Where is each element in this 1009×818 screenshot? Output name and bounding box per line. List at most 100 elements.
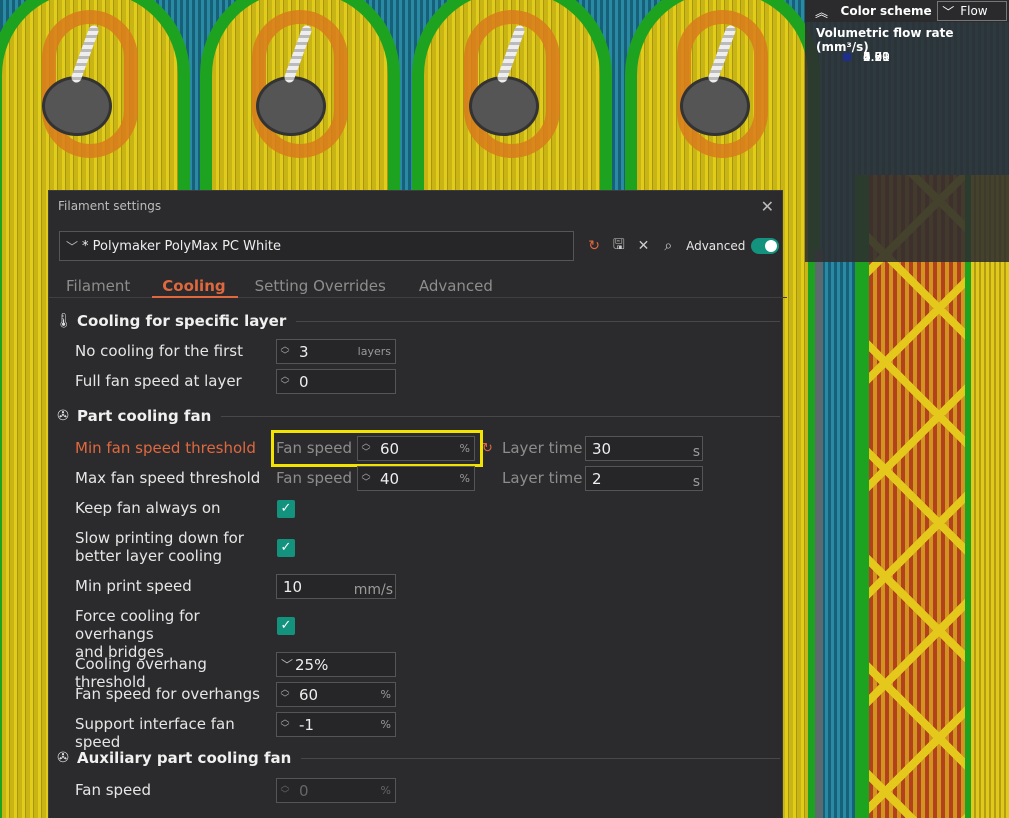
delete-icon[interactable]: ✕	[632, 238, 656, 254]
legend-header: ︽ Color scheme ﹀ Flow	[805, 0, 1009, 22]
reset-icon[interactable]: ↻	[482, 441, 493, 456]
slow-printing-down-checkbox[interactable]: ✓	[277, 539, 295, 557]
percent-unit: %	[459, 472, 470, 485]
full-fan-speed-layer-value: 0	[299, 372, 309, 391]
full-fan-speed-layer-label: Full fan speed at layer	[75, 372, 242, 390]
row-keep-fan-always-on: Keep fan always on	[75, 499, 775, 517]
dialog-title: Filament settings	[58, 199, 162, 213]
keep-fan-always-on-label: Keep fan always on	[75, 499, 221, 517]
dialog-titlebar: Filament settings ✕	[49, 191, 782, 221]
seconds-unit: s	[692, 444, 700, 460]
support-interface-fan-value: -1	[299, 715, 314, 734]
row-min-print-speed: Min print speed	[75, 577, 775, 595]
section-title: Part cooling fan	[77, 407, 212, 425]
cooling-overhang-threshold-select[interactable]: ﹀ 25%	[276, 652, 396, 677]
max-layer-time-label: Layer time	[502, 469, 583, 487]
legend-title: Color scheme	[840, 4, 932, 18]
stepper-arrows-icon: ︿ ﹀	[280, 780, 290, 800]
model-rail	[815, 250, 823, 818]
label-line: Force cooling for overhangs	[75, 607, 200, 643]
tab-cooling[interactable]: Cooling	[152, 271, 238, 298]
tab-advanced[interactable]: Advanced	[402, 271, 509, 298]
max-fan-speed-value: 40	[380, 469, 400, 488]
no-cooling-first-input[interactable]: ︿ ﹀ 3 layers	[276, 339, 396, 364]
chevron-down-icon: ﹀	[281, 658, 294, 672]
percent-unit: %	[380, 718, 391, 731]
model-hole	[469, 76, 539, 136]
max-fan-speed-input[interactable]: ︿ ﹀ 40 %	[357, 466, 475, 491]
reset-icon[interactable]: ↻	[582, 238, 606, 254]
row-fan-speed-overhangs: Fan speed for overhangs	[75, 685, 775, 703]
section-divider	[296, 320, 780, 322]
thermometer-icon: 🌡	[55, 313, 73, 329]
search-icon[interactable]: ⌕	[656, 238, 680, 254]
row-slow-printing-down: Slow printing down for better layer cool…	[75, 529, 775, 565]
tab-filament[interactable]: Filament	[49, 271, 146, 298]
fan-speed-overhangs-value: 60	[299, 685, 319, 704]
min-layer-time-input[interactable]: 30 s	[585, 436, 703, 461]
max-fan-speed-threshold-label: Max fan speed threshold	[75, 469, 261, 487]
advanced-toggle[interactable]	[751, 238, 779, 254]
preset-name: * Polymaker PolyMax PC White	[82, 238, 281, 254]
chevron-double-up-icon[interactable]: ︽	[815, 2, 829, 21]
section-divider	[221, 415, 780, 417]
color-scheme-legend: ︽ Color scheme ﹀ Flow Volumetric flow ra…	[805, 0, 1009, 262]
color-scheme-value: Flow	[960, 4, 988, 18]
fan-speed-overhangs-input[interactable]: ︿ ﹀ 60 %	[276, 682, 396, 707]
force-cooling-label: Force cooling for overhangs and bridges	[75, 607, 277, 661]
color-scheme-select[interactable]: ﹀ Flow	[937, 1, 1007, 21]
preset-select[interactable]: ﹀ * Polymaker PolyMax PC White	[59, 231, 575, 261]
tab-setting-overrides[interactable]: Setting Overrides	[238, 271, 402, 298]
model-hole	[256, 76, 326, 136]
section-title: Auxiliary part cooling fan	[77, 749, 292, 767]
percent-unit: %	[380, 784, 391, 797]
min-print-speed-input[interactable]: 10 mm/s	[276, 574, 396, 599]
fan-icon: ✇	[57, 750, 69, 766]
aux-fan-speed-value: 0	[299, 781, 309, 800]
section-cooling-specific-layer: 🌡 Cooling for specific layer	[55, 310, 780, 332]
preset-row: ﹀ * Polymaker PolyMax PC White ↻ 🖫 ✕ ⌕ A…	[59, 231, 779, 261]
row-support-interface-fan: Support interface fan speed	[75, 715, 775, 751]
section-part-cooling-fan: ✇ Part cooling fan	[55, 405, 780, 427]
min-print-speed-value: 10	[283, 577, 303, 596]
model-hole	[680, 76, 750, 136]
settings-tabs: Filament Cooling Setting Overrides Advan…	[49, 271, 787, 298]
min-print-speed-label: Min print speed	[75, 577, 192, 595]
layers-unit: layers	[357, 345, 391, 358]
no-cooling-first-value: 3	[299, 342, 309, 361]
label-line: Slow printing down for	[75, 529, 244, 547]
slow-printing-down-label: Slow printing down for better layer cool…	[75, 529, 277, 565]
fan-icon: ✇	[57, 408, 69, 424]
close-icon[interactable]: ✕	[761, 197, 774, 216]
row-aux-fan-speed: Fan speed	[75, 781, 775, 799]
section-title: Cooling for specific layer	[77, 312, 287, 330]
chevron-down-icon: ﹀	[942, 4, 955, 19]
keep-fan-always-on-checkbox[interactable]: ✓	[277, 500, 295, 518]
aux-fan-speed-label: Fan speed	[75, 781, 152, 799]
legend-entry: 0.51	[831, 46, 1009, 67]
max-layer-time-input[interactable]: 2 s	[585, 466, 703, 491]
stepper-arrows-icon[interactable]: ︿ ﹀	[277, 685, 293, 704]
legend-value: 0.51	[863, 49, 890, 64]
chevron-down-icon: ﹀	[66, 239, 79, 254]
no-cooling-first-label: No cooling for the first	[75, 342, 243, 360]
highlight-box	[271, 430, 483, 467]
min-layer-time-value: 30	[592, 439, 612, 458]
max-fan-speed-label: Fan speed	[276, 469, 353, 487]
stepper-arrows-icon[interactable]: ︿ ﹀	[358, 469, 374, 488]
stepper-arrows-icon[interactable]: ︿ ﹀	[277, 715, 293, 734]
save-icon[interactable]: 🖫	[607, 234, 631, 258]
stepper-arrows-icon[interactable]: ︿ ﹀	[277, 342, 293, 361]
section-divider	[301, 757, 780, 759]
force-cooling-checkbox[interactable]: ✓	[277, 617, 295, 635]
min-fan-speed-threshold-label: Min fan speed threshold	[75, 439, 256, 457]
row-force-cooling: Force cooling for overhangs and bridges	[75, 607, 775, 661]
label-line: better layer cooling	[75, 547, 223, 565]
percent-unit: %	[380, 688, 391, 701]
model-part-edge	[965, 175, 1009, 818]
stepper-arrows-icon[interactable]: ︿ ﹀	[277, 372, 293, 391]
min-layer-time-label: Layer time	[502, 439, 583, 457]
aux-fan-speed-input: ︿ ﹀ 0 %	[276, 778, 396, 803]
full-fan-speed-layer-input[interactable]: ︿ ﹀ 0	[276, 369, 396, 394]
support-interface-fan-input[interactable]: ︿ ﹀ -1 %	[276, 712, 396, 737]
